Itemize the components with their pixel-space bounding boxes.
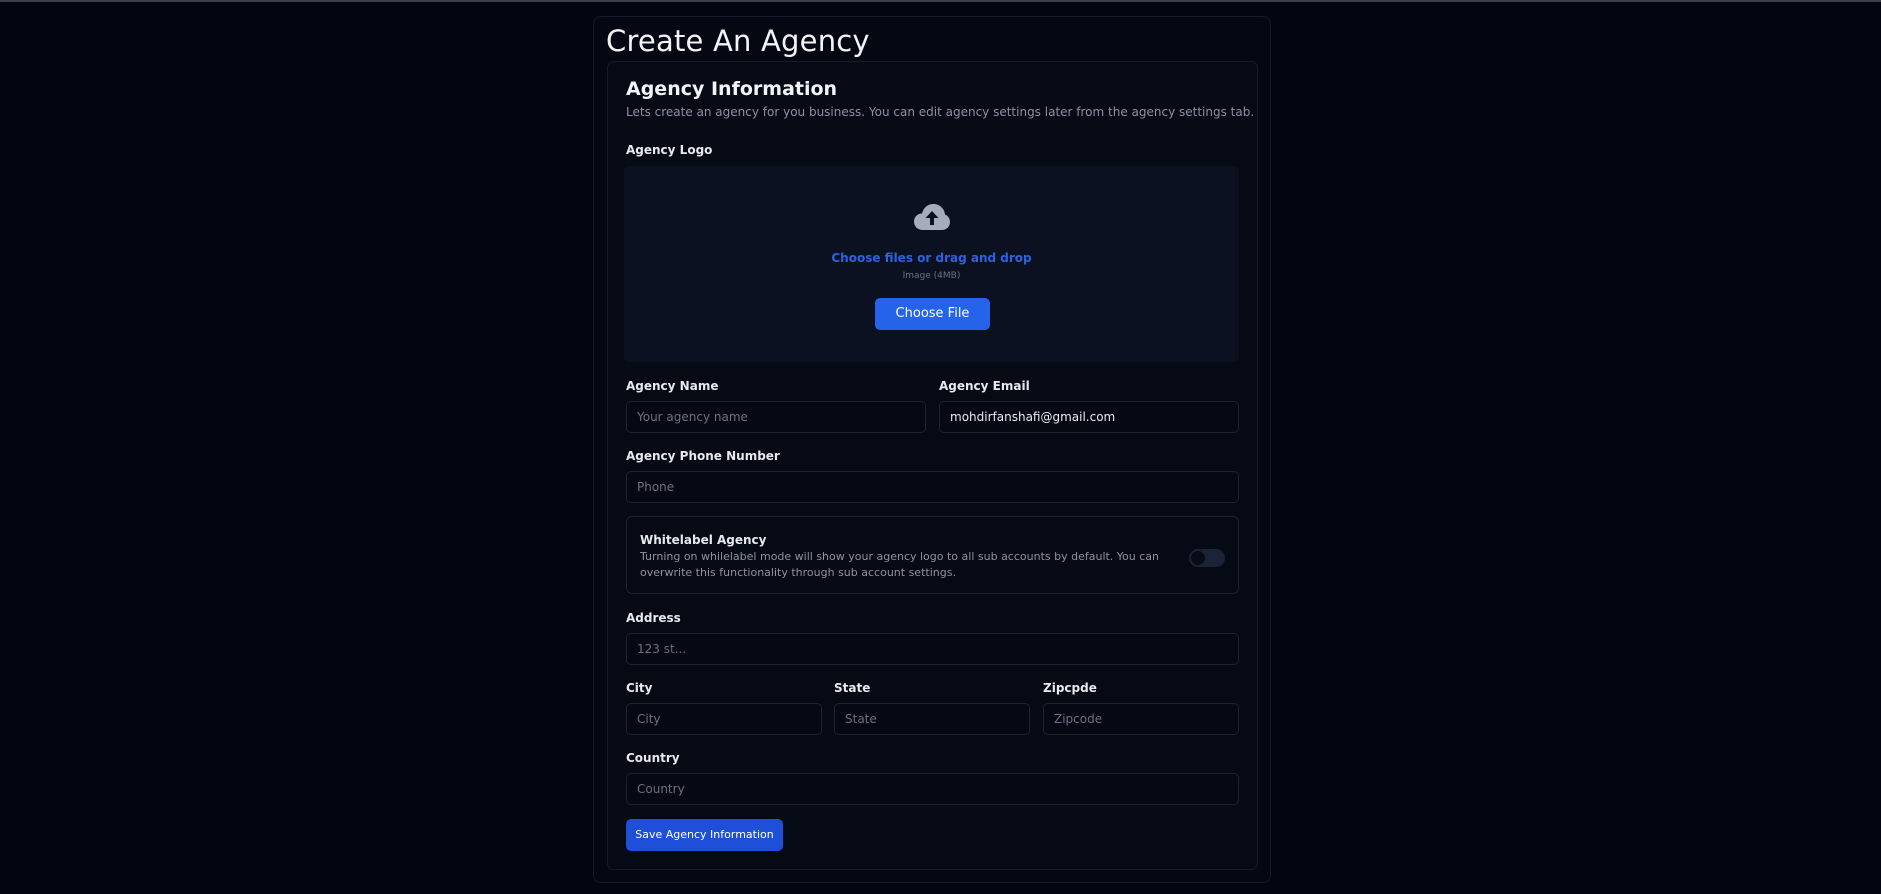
agency-email-label: Agency Email [939,379,1030,393]
city-input[interactable] [626,703,822,735]
country-input[interactable] [626,773,1239,805]
agency-name-label: Agency Name [626,379,719,393]
window-top-border [0,0,1881,2]
agency-phone-input[interactable] [626,471,1239,503]
country-label: Country [626,751,680,765]
zipcode-label: Zipcpde [1043,681,1097,695]
whitelabel-description: Turning on whilelabel mode will show you… [640,550,1160,579]
drop-files-link[interactable]: Choose files or drag and drop [624,251,1239,265]
agency-name-input[interactable] [626,401,926,433]
address-label: Address [626,611,681,625]
toggle-knob [1191,551,1205,565]
zipcode-input[interactable] [1043,703,1239,735]
save-agency-button[interactable]: Save Agency Information [626,819,783,851]
city-label: City [626,681,653,695]
page-title: Create An Agency [606,24,870,58]
section-description: Lets create an agency for you business. … [626,105,1255,119]
whitelabel-toggle[interactable] [1189,549,1225,567]
agency-logo-label: Agency Logo [626,143,713,157]
state-input[interactable] [834,703,1030,735]
cloud-upload-icon [914,204,950,230]
choose-file-button[interactable]: Choose File [875,298,990,330]
state-label: State [834,681,871,695]
whitelabel-title: Whitelabel Agency [640,533,767,547]
section-title: Agency Information [626,78,838,100]
file-size-hint: Image (4MB) [902,271,961,281]
address-input[interactable] [626,633,1239,665]
agency-email-input[interactable] [939,401,1239,433]
agency-phone-label: Agency Phone Number [626,449,780,463]
